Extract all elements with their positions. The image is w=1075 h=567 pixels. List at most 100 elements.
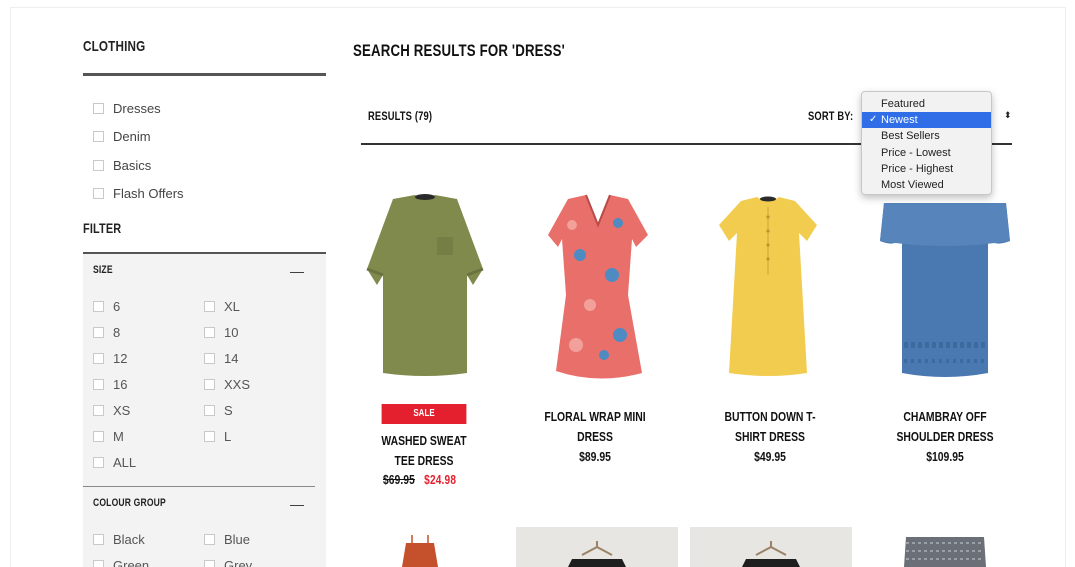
page-right-border — [1065, 7, 1066, 567]
category-label: Dresses — [113, 100, 161, 116]
category-item-denim[interactable]: Denim — [93, 123, 184, 152]
checkbox[interactable] — [93, 188, 104, 200]
colour-option-green[interactable]: Green — [93, 555, 149, 567]
colour-option-black[interactable]: Black — [93, 529, 145, 549]
product-name-line: SHIRT DRESS — [735, 429, 805, 444]
size-option-16[interactable]: 16 — [93, 374, 127, 394]
size-label: M — [113, 428, 124, 444]
product-image[interactable] — [693, 185, 843, 385]
checkbox[interactable] — [93, 300, 104, 312]
size-collapse-icon[interactable]: — — [290, 264, 304, 278]
size-option-8[interactable]: 8 — [93, 322, 120, 342]
size-label: XL — [224, 298, 240, 314]
filter-panel: SIZE — 6 XL 8 10 12 14 16 XXS XS S M L A… — [83, 254, 326, 567]
size-option-m[interactable]: M — [93, 426, 124, 446]
category-item-basics[interactable]: Basics — [93, 151, 184, 180]
product-image[interactable] — [690, 527, 852, 567]
checkmark-icon: ✓ — [869, 114, 878, 126]
checkbox[interactable] — [93, 159, 104, 171]
colour-label: Black — [113, 531, 145, 547]
checkbox[interactable] — [93, 559, 104, 567]
checkbox[interactable] — [93, 533, 104, 545]
checkbox[interactable] — [93, 456, 104, 468]
page-top-border — [10, 7, 1065, 8]
checkbox[interactable] — [204, 352, 215, 364]
product-image[interactable] — [516, 527, 678, 567]
checkbox[interactable] — [93, 404, 104, 416]
size-option-6[interactable]: 6 — [93, 296, 120, 316]
product-image[interactable] — [355, 185, 495, 385]
checkbox[interactable] — [93, 102, 104, 114]
product-card-washed-sweat-tee[interactable] — [355, 185, 515, 395]
checkbox[interactable] — [204, 326, 215, 338]
size-label: XXS — [224, 376, 251, 392]
size-option-xs[interactable]: XS — [93, 400, 130, 420]
size-label: 10 — [224, 324, 239, 340]
checkbox[interactable] — [204, 430, 215, 442]
checkbox[interactable] — [204, 378, 215, 390]
category-list: Dresses Denim Basics Flash Offers — [93, 94, 184, 208]
product-price: $109.95 — [926, 449, 964, 464]
size-label: 14 — [224, 350, 239, 366]
size-option-l[interactable]: L — [204, 426, 231, 446]
product-card-floral-wrap-mini[interactable] — [520, 185, 680, 395]
sort-option-newest[interactable]: ✓ Newest — [862, 112, 991, 129]
size-option-s[interactable]: S — [204, 400, 233, 420]
size-option-all[interactable]: ALL — [93, 452, 136, 472]
checkbox[interactable] — [93, 430, 104, 442]
sort-option-best-sellers[interactable]: Best Sellers — [862, 128, 991, 144]
sort-select-arrow-icon[interactable]: ⬍ — [1004, 110, 1012, 121]
product-name[interactable]: FLORAL WRAP MINI DRESS $89.95 — [530, 407, 660, 467]
product-card-button-down-tshirt[interactable] — [693, 185, 853, 395]
size-filter-heading[interactable]: SIZE — [93, 264, 113, 276]
category-item-dresses[interactable]: Dresses — [93, 94, 184, 123]
sort-option-label: Price - Lowest — [881, 146, 951, 159]
sort-option-price-lowest[interactable]: Price - Lowest — [862, 145, 991, 161]
product-name-line: DRESS — [577, 429, 613, 444]
colour-filter-heading[interactable]: COLOUR GROUP — [93, 497, 166, 509]
checkbox[interactable] — [204, 559, 215, 567]
product-image[interactable] — [520, 185, 670, 385]
product-name[interactable]: BUTTON DOWN T- SHIRT DRESS $49.95 — [705, 407, 835, 467]
category-label: Flash Offers — [113, 186, 184, 202]
product-name[interactable]: WASHED SWEAT TEE DRESS — [364, 431, 484, 471]
sort-option-label: Best Sellers — [881, 130, 940, 143]
product-name-line: TEE DRESS — [394, 453, 454, 468]
sort-option-most-viewed[interactable]: Most Viewed — [862, 177, 991, 193]
product-name[interactable]: CHAMBRAY OFF SHOULDER DRESS $109.95 — [875, 407, 1015, 467]
size-option-xxs[interactable]: XXS — [204, 374, 250, 394]
checkbox[interactable] — [93, 352, 104, 364]
checkbox[interactable] — [204, 533, 215, 545]
product-name-line: CHAMBRAY OFF — [903, 409, 987, 424]
product-image[interactable] — [870, 185, 1020, 385]
product-image[interactable] — [380, 527, 460, 567]
colour-option-grey[interactable]: Grey — [204, 555, 252, 567]
product-card-chambray-off-shoulder[interactable] — [870, 185, 1030, 395]
sort-option-featured[interactable]: Featured — [862, 96, 991, 112]
sale-badge: SALE — [381, 404, 467, 424]
size-option-12[interactable]: 12 — [93, 348, 127, 368]
checkbox[interactable] — [93, 378, 104, 390]
page-title: SEARCH RESULTS FOR 'DRESS' — [353, 41, 565, 60]
product-image[interactable] — [900, 527, 990, 567]
sidebar-title-rule — [83, 73, 326, 76]
colour-collapse-icon[interactable]: — — [290, 497, 304, 511]
size-option-14[interactable]: 14 — [204, 348, 238, 368]
filter-title: FILTER — [83, 220, 122, 236]
sort-dropdown-menu[interactable]: Featured ✓ Newest Best Sellers Price - Lo… — [861, 91, 992, 195]
size-option-10[interactable]: 10 — [204, 322, 238, 342]
checkbox[interactable] — [93, 131, 104, 143]
original-price: $69.95 — [383, 472, 415, 487]
checkbox[interactable] — [204, 404, 215, 416]
colour-option-blue[interactable]: Blue — [204, 529, 250, 549]
colour-label: Grey — [224, 557, 253, 567]
checkbox[interactable] — [93, 326, 104, 338]
category-item-flash-offers[interactable]: Flash Offers — [93, 180, 184, 209]
size-label: 8 — [113, 324, 121, 340]
size-option-xl[interactable]: XL — [204, 296, 240, 316]
sort-option-price-highest[interactable]: Price - Highest — [862, 161, 991, 177]
product-name-line: WASHED SWEAT — [381, 433, 467, 448]
sort-option-label: Most Viewed — [881, 178, 944, 191]
checkbox[interactable] — [204, 300, 215, 312]
page-left-border — [10, 7, 11, 567]
